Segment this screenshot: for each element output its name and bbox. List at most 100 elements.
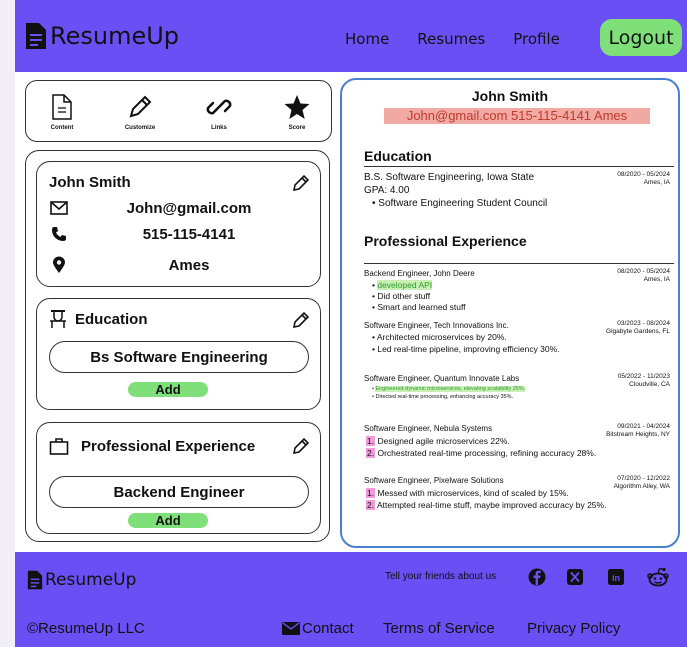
- job-bullet: • developed API: [372, 280, 433, 290]
- job-dates: 05/2022 - 11/2023: [617, 373, 670, 380]
- job-bullet: 1. Designed agile microservices 22%.: [366, 436, 510, 446]
- tool-links[interactable]: Links: [191, 93, 247, 131]
- edit-pencil-icon[interactable]: [292, 174, 310, 192]
- edu-dates: 08/2020 - 05/2024: [617, 171, 670, 178]
- preview-name: John Smith: [471, 88, 549, 104]
- job-bullet: • Directed real-time processing, enhanci…: [372, 394, 514, 400]
- job-bullet: • Architected microservices by 20%.: [372, 332, 507, 342]
- bullet-number: 1.: [366, 436, 376, 446]
- contact-location-row: Ames: [49, 255, 309, 275]
- tool-content[interactable]: Content: [34, 93, 90, 131]
- job-bullet: • Led real-time pipeline, improving effi…: [372, 344, 560, 354]
- job-dates: 08/2020 - 05/2024: [617, 268, 670, 275]
- brand-name: ResumeUp: [50, 22, 180, 50]
- contact-phone: 515-115-4141: [142, 225, 236, 243]
- resume-document-icon: [26, 23, 46, 49]
- link-icon: [206, 99, 232, 115]
- copyright-text: ©ResumeUp LLC: [27, 620, 145, 637]
- job-place: Algorithm Alley, WA: [613, 483, 670, 490]
- education-header: Education: [49, 309, 148, 329]
- job-title: Software Engineer, Tech Innovations Inc.: [364, 321, 509, 330]
- preview-education-heading: Education: [364, 148, 432, 164]
- tool-score[interactable]: Score: [269, 93, 325, 131]
- terms-link[interactable]: Terms of Service: [383, 620, 495, 637]
- footer-brand-name: ResumeUp: [45, 570, 137, 590]
- nav-resumes[interactable]: Resumes: [417, 30, 485, 48]
- resume-editor-panel: John Smith John@gmail.com 515-115-4141 A…: [25, 150, 330, 542]
- edu-place: Ames, IA: [643, 179, 670, 186]
- job-bullet-text: Led real-time pipeline, improving effici…: [377, 344, 560, 354]
- education-entry[interactable]: Bs Software Engineering: [49, 341, 309, 373]
- linkedin-icon[interactable]: in: [607, 568, 625, 586]
- education-desk-icon: [50, 310, 66, 328]
- footer-brand[interactable]: ResumeUp: [27, 570, 136, 590]
- job-bullet: 1. Messed with microservices, kind of sc…: [366, 488, 569, 498]
- nav-profile[interactable]: Profile: [513, 30, 560, 48]
- x-twitter-icon[interactable]: [566, 568, 584, 586]
- contact-phone-row: 515-115-4141: [49, 224, 309, 244]
- editor-toolbar: Content Customize Links Score: [25, 80, 332, 142]
- job-bullet-text: Architected microservices by 20%.: [376, 332, 507, 342]
- contact-name: John Smith: [49, 174, 131, 191]
- job-bullet-text: Orchestrated real-time processing, refin…: [377, 448, 597, 458]
- reddit-icon[interactable]: [647, 567, 669, 587]
- job-title: Software Engineer, Pixelware Solutions: [364, 476, 504, 485]
- preview-edu-bullet: • Software Engineering Student Council: [372, 198, 548, 209]
- job-dates: 07/2020 - 12/2022: [617, 475, 670, 482]
- job-date: 03/2023 - 08/2024 Gigabyte Gardens, FL: [606, 320, 670, 336]
- edit-pencil-icon[interactable]: [292, 311, 310, 329]
- contact-link[interactable]: Contact: [282, 620, 354, 637]
- site-footer: ResumeUp Tell your friends about us in ©…: [15, 552, 687, 647]
- add-experience-button[interactable]: Add: [128, 513, 208, 528]
- job-bullet: • Smart and learned stuff: [372, 302, 466, 312]
- share-prompt: Tell your friends about us: [385, 571, 497, 582]
- job-bullet-text: Smart and learned stuff: [377, 302, 466, 312]
- experience-title: Professional Experience: [81, 437, 256, 455]
- job-dates: 09/2021 - 04/2024: [617, 423, 670, 430]
- job-place: Cloudville, CA: [629, 381, 670, 388]
- experience-entry[interactable]: Backend Engineer: [49, 476, 309, 508]
- education-card: Education Bs Software Engineering Add: [36, 298, 321, 410]
- resume-document-icon: [27, 570, 43, 590]
- contact-email-row: John@gmail.com: [49, 198, 309, 218]
- job-date: 05/2022 - 11/2023 Cloudville, CA: [618, 373, 670, 389]
- brand-logo[interactable]: ResumeUp: [25, 22, 179, 50]
- tool-customize[interactable]: Customize: [112, 93, 168, 131]
- job-bullet-text: Attempted real-time stuff, maybe improve…: [377, 500, 607, 510]
- preview-edu-title: B.S. Software Engineering, Iowa State: [364, 172, 535, 183]
- tool-customize-label: Customize: [124, 125, 156, 131]
- main-nav: Home Resumes Profile: [345, 30, 588, 48]
- location-pin-icon: [49, 255, 69, 275]
- briefcase-icon: [49, 438, 69, 455]
- contact-email: John@gmail.com: [126, 199, 252, 217]
- job-bullet-text: Did other stuff: [377, 291, 431, 301]
- preview-edu-gpa: GPA: 4.00: [364, 185, 410, 196]
- job-date: 07/2020 - 12/2022 Algorithm Alley, WA: [614, 475, 670, 491]
- pencil-icon: [129, 95, 152, 118]
- job-place: Gigabyte Gardens, FL: [606, 328, 670, 335]
- job-date: 08/2020 - 05/2024 Ames, IA: [617, 268, 670, 284]
- bullet-number: 2.: [366, 448, 376, 458]
- job-bullet: • Engineered dynamic microservices, elev…: [372, 386, 526, 392]
- nav-home[interactable]: Home: [345, 30, 389, 48]
- facebook-icon[interactable]: [528, 568, 546, 586]
- contact-card: John Smith John@gmail.com 515-115-4141 A…: [36, 161, 321, 287]
- divider: [364, 263, 674, 264]
- education-title: Education: [75, 310, 148, 328]
- main-content: Content Customize Links Score John Smith…: [15, 72, 687, 552]
- svg-text:in: in: [612, 573, 620, 583]
- job-title: Backend Engineer, John Deere: [364, 269, 475, 278]
- privacy-link[interactable]: Privacy Policy: [527, 620, 620, 637]
- preview-experience-heading: Professional Experience: [364, 233, 527, 249]
- mail-icon: [282, 622, 300, 635]
- job-title: Software Engineer, Nebula Systems: [364, 424, 493, 433]
- edit-pencil-icon[interactable]: [292, 437, 310, 455]
- experience-card: Professional Experience Backend Engineer…: [36, 422, 321, 534]
- star-icon: [284, 95, 310, 119]
- document-icon: [52, 94, 72, 120]
- logout-button[interactable]: Logout: [600, 19, 682, 56]
- add-education-button[interactable]: Add: [128, 382, 208, 397]
- job-bullet-text: Engineered dynamic microservices, elevat…: [375, 386, 526, 392]
- job-bullet-text: Designed agile microservices 22%.: [377, 436, 510, 446]
- tool-score-label: Score: [288, 125, 306, 131]
